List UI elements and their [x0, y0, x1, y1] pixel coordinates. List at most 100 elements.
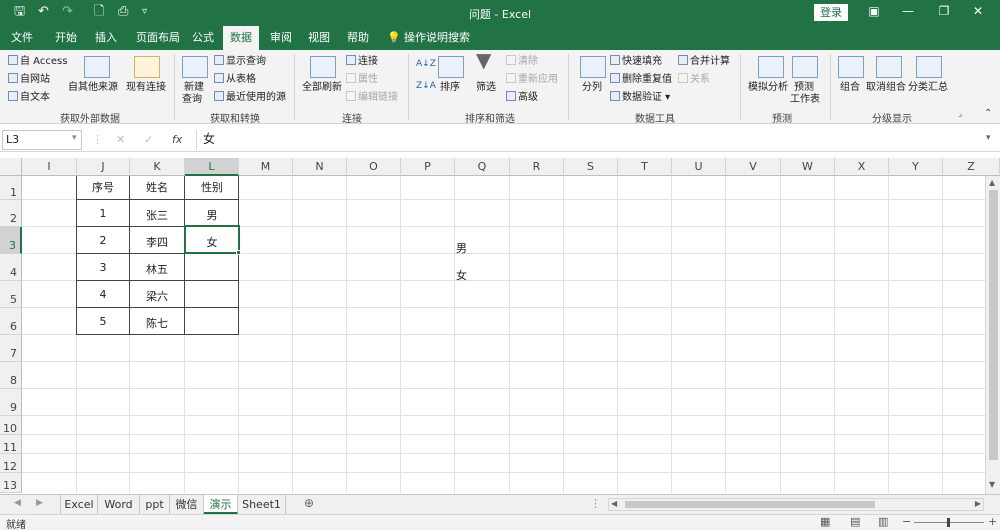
list-cell-q3[interactable]: 男 [456, 240, 467, 256]
tab-home[interactable]: 开始 [48, 26, 84, 50]
vertical-scroll-thumb[interactable] [989, 190, 998, 460]
column-header-t[interactable]: T [618, 158, 672, 176]
column-header-s[interactable]: S [564, 158, 618, 176]
zoom-out-icon[interactable]: − [902, 515, 911, 528]
horizontal-scrollbar[interactable]: ◀ ▶ [608, 498, 984, 511]
tab-help[interactable]: 帮助 [340, 26, 376, 50]
zoom-slider-thumb[interactable] [947, 518, 950, 527]
sheet-tab-ppt[interactable]: ppt [140, 495, 170, 514]
column-header-k[interactable]: K [130, 158, 185, 176]
forecast-sheet-label-2[interactable]: 工作表 [790, 94, 820, 106]
clear-button[interactable]: 清除 [506, 55, 538, 68]
page-layout-view-icon[interactable]: ▤ [850, 515, 860, 528]
column-header-i[interactable]: I [22, 158, 77, 176]
tab-file[interactable]: 文件 [4, 26, 40, 50]
existing-connections-icon[interactable] [134, 56, 160, 78]
other-sources-icon[interactable] [84, 56, 110, 78]
new-query-label-2[interactable]: 查询 [182, 94, 202, 106]
row-header-12[interactable]: 12 [0, 454, 22, 473]
subtotal-button[interactable]: 分类汇总 [908, 82, 948, 94]
tab-insert[interactable]: 插入 [88, 26, 124, 50]
new-query-icon[interactable] [182, 56, 208, 78]
sheet-tab-excel[interactable]: Excel [60, 495, 98, 514]
table-header-cell[interactable]: 序号 [77, 179, 129, 195]
sheet-tab-sheet1[interactable]: Sheet1 [238, 495, 286, 514]
confirm-icon[interactable]: ✓ [144, 133, 153, 146]
sheet-tab-demo[interactable]: 演示 [204, 495, 238, 514]
select-all-corner[interactable] [0, 158, 22, 176]
sort-button[interactable]: 排序 [440, 82, 460, 94]
column-header-l[interactable]: L [185, 158, 239, 176]
restore-icon[interactable]: ❐ [934, 4, 954, 18]
group-icon[interactable] [838, 56, 864, 78]
tab-formulas[interactable]: 公式 [186, 26, 220, 50]
table-cell[interactable]: 林五 [130, 261, 184, 277]
fill-handle[interactable] [236, 250, 241, 255]
table-cell[interactable]: 5 [77, 315, 129, 328]
what-if-analysis-button[interactable]: 模拟分析 [748, 82, 788, 94]
name-box-dropdown-icon[interactable]: ▾ [72, 133, 77, 143]
column-header-m[interactable]: M [239, 158, 293, 176]
page-break-view-icon[interactable]: ▥ [878, 515, 888, 528]
column-header-n[interactable]: N [293, 158, 347, 176]
active-cell-selection[interactable] [184, 225, 240, 254]
column-header-o[interactable]: O [347, 158, 401, 176]
refresh-all-icon[interactable] [310, 56, 336, 78]
column-header-y[interactable]: Y [889, 158, 943, 176]
advanced-button[interactable]: 高级 [506, 91, 538, 104]
scroll-right-icon[interactable]: ▶ [975, 499, 981, 508]
formula-input[interactable]: 女 [196, 130, 996, 150]
from-other-sources-button[interactable]: 自其他来源 [68, 82, 118, 94]
consolidate-button[interactable]: 合并计算 [678, 55, 730, 68]
tab-data[interactable]: 数据 [223, 26, 259, 50]
from-web-button[interactable]: 自网站 [8, 73, 50, 86]
from-table-button[interactable]: 从表格 [214, 73, 256, 86]
prev-sheet-icon[interactable]: ◀ [14, 498, 21, 508]
ungroup-button[interactable]: 取消组合 [866, 82, 906, 94]
row-header-2[interactable]: 2 [0, 200, 22, 227]
normal-view-icon[interactable]: ▦ [820, 515, 830, 528]
row-header-3[interactable]: 3 [0, 227, 22, 254]
flash-fill-button[interactable]: 快速填充 [610, 55, 662, 68]
data-validation-button[interactable]: 数据验证 ▾ [610, 91, 670, 104]
sheet-tab-wechat[interactable]: 微信 [170, 495, 204, 514]
zoom-in-icon[interactable]: + [988, 515, 997, 528]
text-to-columns-button[interactable]: 分列 [582, 82, 602, 94]
sort-az-icon[interactable]: A↓Z [416, 58, 436, 70]
reapply-button[interactable]: 重新应用 [506, 73, 558, 86]
forecast-sheet-label[interactable]: 预测 [794, 82, 814, 94]
column-header-u[interactable]: U [672, 158, 726, 176]
connections-button[interactable]: 连接 [346, 55, 378, 68]
table-cell[interactable]: 李四 [130, 234, 184, 250]
table-cell[interactable]: 梁六 [130, 288, 184, 304]
filter-button[interactable]: 筛选 [476, 82, 496, 94]
row-header-7[interactable]: 7 [0, 335, 22, 362]
group-button[interactable]: 组合 [840, 82, 860, 94]
name-box[interactable]: L3 [2, 130, 82, 150]
list-cell-q4[interactable]: 女 [456, 267, 467, 283]
table-cell[interactable]: 2 [77, 234, 129, 247]
scroll-down-icon[interactable]: ▼ [989, 480, 995, 489]
column-header-v[interactable]: V [726, 158, 781, 176]
collapse-ribbon-icon[interactable]: ⌃ [984, 108, 992, 120]
existing-connections-button[interactable]: 现有连接 [126, 82, 166, 94]
row-header-5[interactable]: 5 [0, 281, 22, 308]
row-header-6[interactable]: 6 [0, 308, 22, 335]
column-header-q[interactable]: Q [455, 158, 510, 176]
login-button[interactable]: 登录 [814, 4, 848, 21]
table-cell[interactable]: 3 [77, 261, 129, 274]
table-header-cell[interactable]: 性别 [185, 179, 239, 195]
sheet-tab-word[interactable]: Word [98, 495, 140, 514]
row-header-11[interactable]: 11 [0, 435, 22, 454]
sort-za-icon[interactable]: Z↓A [416, 80, 436, 92]
tab-view[interactable]: 视图 [302, 26, 336, 50]
dialog-launcher-icon[interactable]: ⌟ [958, 108, 962, 120]
edit-links-button[interactable]: 编辑链接 [346, 91, 398, 104]
show-queries-button[interactable]: 显示查询 [214, 55, 266, 68]
column-header-r[interactable]: R [510, 158, 564, 176]
insert-function-icon[interactable]: fx [172, 133, 182, 146]
table-header-cell[interactable]: 姓名 [130, 179, 184, 195]
vertical-scrollbar[interactable]: ▲ ▼ [985, 176, 1000, 494]
row-header-9[interactable]: 9 [0, 389, 22, 416]
table-cell[interactable]: 4 [77, 288, 129, 301]
